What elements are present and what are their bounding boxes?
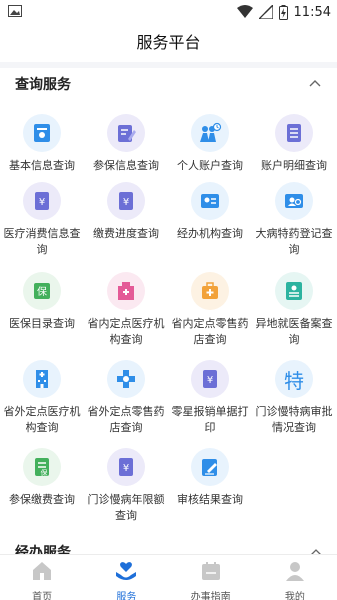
- nav-item-home[interactable]: 首页: [0, 555, 84, 600]
- service-item-label: 省外定点零售药店查询: [87, 405, 165, 434]
- chevron-up-icon[interactable]: [308, 76, 322, 90]
- list-document-icon: [275, 114, 313, 152]
- service-item[interactable]: 保 参保缴费查询: [0, 448, 84, 508]
- hospital-icon: [107, 272, 145, 310]
- status-bar: 11:54: [0, 0, 337, 24]
- service-item[interactable]: 异地就医备案查询: [252, 272, 336, 348]
- service-item-label: 基本信息查询: [9, 159, 75, 172]
- service-item[interactable]: ¥ 零星报销单据打印: [168, 360, 252, 436]
- pen-document-icon: [191, 448, 229, 486]
- nav-item-service[interactable]: 服务: [84, 555, 168, 600]
- service-item-label: 门诊慢特病审批情况查询: [255, 405, 333, 434]
- svg-text:保: 保: [37, 285, 47, 298]
- service-item[interactable]: 经办机构查询: [168, 182, 252, 242]
- service-item-label: 缴费进度查询: [93, 227, 159, 240]
- service-item-label: 医保目录查询: [9, 317, 75, 330]
- svg-text:保: 保: [41, 468, 48, 477]
- service-item-label: 审核结果查询: [177, 493, 243, 506]
- service-item[interactable]: 个人账户查询: [168, 114, 252, 174]
- contact-card-icon: [191, 182, 229, 220]
- service-item[interactable]: ¥ 缴费进度查询: [84, 182, 168, 242]
- service-item[interactable]: 审核结果查询: [168, 448, 252, 508]
- svg-text:¥: ¥: [123, 197, 129, 208]
- document-pen-icon: [107, 114, 145, 152]
- service-item-label: 省外定点医疗机构查询: [3, 405, 81, 434]
- query-section-title: 查询服务: [15, 77, 71, 93]
- profile-icon: [285, 562, 304, 581]
- insurance-card-icon: 保: [23, 272, 61, 310]
- nav-item-profile[interactable]: 我的: [253, 555, 337, 600]
- wifi-icon: [236, 5, 253, 18]
- nav-label: 首页: [32, 592, 53, 600]
- service-item-label: 参保信息查询: [93, 159, 159, 172]
- header-divider: [0, 62, 337, 68]
- service-item-label: 零星报销单据打印: [171, 405, 249, 434]
- nav-label: 服务: [116, 592, 137, 600]
- svg-text:¥: ¥: [207, 375, 213, 386]
- service-item[interactable]: ¥ 医疗消费信息查询: [0, 182, 84, 258]
- service-item-label: 参保缴费查询: [9, 493, 75, 506]
- yen-document-icon: ¥: [23, 182, 61, 220]
- nav-item-guide[interactable]: 办事指南: [169, 555, 253, 600]
- service-item[interactable]: 省外定点零售药店查询: [84, 360, 168, 436]
- service-item[interactable]: 账户明细查询: [252, 114, 336, 174]
- service-item[interactable]: 省内定点医疗机构查询: [84, 272, 168, 348]
- service-item-label: 大病特药登记查询: [255, 227, 333, 256]
- pharmacy-kit-icon: [191, 272, 229, 310]
- service-item[interactable]: 省外定点医疗机构查询: [0, 360, 84, 436]
- svg-text:¥: ¥: [39, 197, 45, 208]
- service-item-label: 省内定点医疗机构查询: [87, 317, 165, 346]
- id-card-icon: [23, 114, 61, 152]
- service-item-label: 个人账户查询: [177, 159, 243, 172]
- service-item[interactable]: 省内定点零售药店查询: [168, 272, 252, 348]
- guide-calendar-icon: [201, 562, 220, 580]
- hospital-building-icon: [23, 360, 61, 398]
- service-item-label: 医疗消费信息查询: [3, 227, 81, 256]
- app-bar: 服务平台: [0, 24, 337, 62]
- service-item-label: 异地就医备案查询: [255, 317, 333, 346]
- image-notification-icon: [8, 5, 22, 17]
- home-icon: [33, 562, 52, 580]
- service-item[interactable]: 基本信息查询: [0, 114, 84, 174]
- service-item[interactable]: 大病特药登记查询: [252, 182, 336, 258]
- bottom-navigation: 首页 服务 办事指南 我的: [0, 554, 337, 600]
- service-item-label: 门诊慢病年限额查询: [87, 493, 165, 522]
- no-signal-icon: [258, 5, 273, 19]
- status-time: 11:54: [293, 4, 331, 20]
- special-char-icon: 特: [275, 360, 313, 398]
- insurance-doc-icon: 保: [23, 448, 61, 486]
- battery-charging-icon: [278, 4, 288, 20]
- yen-document-icon: ¥: [107, 182, 145, 220]
- service-item-label: 省内定点零售药店查询: [171, 317, 249, 346]
- query-section-header[interactable]: 查询服务: [0, 70, 337, 100]
- medical-cross-icon: [107, 360, 145, 398]
- service-item[interactable]: 保 医保目录查询: [0, 272, 84, 332]
- svg-text:¥: ¥: [123, 463, 129, 474]
- service-hands-icon: [116, 562, 137, 580]
- nav-label: 办事指南: [190, 592, 231, 600]
- service-item[interactable]: ¥ 门诊慢病年限额查询: [84, 448, 168, 524]
- page-title: 服务平台: [136, 33, 201, 52]
- registry-icon: [275, 272, 313, 310]
- people-clock-icon: [191, 114, 229, 152]
- nav-label: 我的: [284, 592, 305, 600]
- yen-document-icon: ¥: [191, 360, 229, 398]
- service-item-label: 经办机构查询: [177, 227, 243, 240]
- yen-document-icon: ¥: [107, 448, 145, 486]
- special-glyph: 特: [284, 368, 304, 393]
- service-item[interactable]: 特 门诊慢特病审批情况查询: [252, 360, 336, 436]
- service-item-label: 账户明细查询: [261, 159, 327, 172]
- person-card-icon: [275, 182, 313, 220]
- service-item[interactable]: 参保信息查询: [84, 114, 168, 174]
